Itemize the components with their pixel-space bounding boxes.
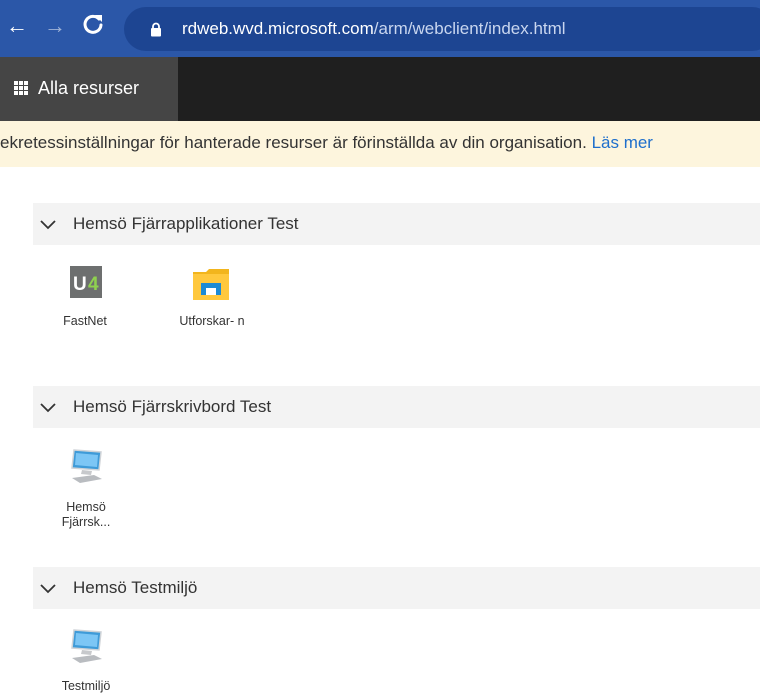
desktop-tile-hemso-fjarrskrivbord[interactable]: Hemsö Fjärrsk... bbox=[46, 448, 126, 540]
back-arrow-icon[interactable]: ← bbox=[6, 14, 28, 38]
tile-label-line1: Hemsö bbox=[66, 500, 106, 514]
group-title: Hemsö Fjärrapplikationer Test bbox=[73, 214, 299, 233]
read-more-link[interactable]: Läs mer bbox=[592, 133, 653, 152]
u4-app-icon: U 4 bbox=[70, 266, 102, 298]
chevron-down-icon bbox=[39, 582, 57, 600]
chevron-down-icon bbox=[39, 401, 57, 419]
remote-desktop-icon bbox=[68, 628, 102, 663]
tile-label: FastNet bbox=[63, 314, 107, 328]
url-path: /arm/webclient/index.html bbox=[373, 19, 566, 38]
remote-desktop-icon bbox=[68, 448, 102, 483]
address-bar[interactable]: rdweb.wvd.microsoft.com/arm/webclient/in… bbox=[124, 7, 760, 51]
notice-message: ekretessinställningar för hanterade resu… bbox=[0, 133, 587, 152]
notice-text: ekretessinställningar för hanterade resu… bbox=[0, 133, 653, 153]
group-title: Hemsö Testmiljö bbox=[73, 578, 198, 597]
tab-label: Alla resurser bbox=[38, 78, 140, 98]
reload-icon[interactable] bbox=[82, 12, 104, 41]
svg-text:U: U bbox=[73, 274, 87, 295]
tile-label: Utforskar- n bbox=[179, 314, 245, 328]
tab-all-resources[interactable]: Alla resurser bbox=[0, 57, 178, 121]
app-launcher-grid-icon bbox=[14, 81, 28, 95]
app-tile-utforskaren[interactable]: Utforskar- n bbox=[172, 266, 252, 336]
group-header-fjarrapplikationer[interactable]: Hemsö Fjärrapplikationer Test bbox=[33, 203, 760, 245]
chevron-down-icon bbox=[39, 218, 57, 236]
lock-icon bbox=[150, 22, 162, 42]
group-header-testmiljo[interactable]: Hemsö Testmiljö bbox=[33, 567, 760, 609]
app-header: Alla resurser bbox=[0, 57, 760, 121]
browser-toolbar: ← → rdweb.wvd.microsoft.com/arm/webclien… bbox=[0, 0, 760, 57]
app-tile-fastnet[interactable]: U 4 FastNet bbox=[45, 266, 125, 336]
group-title: Hemsö Fjärrskrivbord Test bbox=[73, 397, 272, 416]
group-header-fjarrskrivbord[interactable]: Hemsö Fjärrskrivbord Test bbox=[33, 386, 760, 428]
notice-banner: ekretessinställningar för hanterade resu… bbox=[0, 121, 760, 167]
url-host: rdweb.wvd.microsoft.com bbox=[182, 19, 374, 38]
file-explorer-icon bbox=[193, 266, 229, 300]
forward-arrow-icon[interactable]: → bbox=[44, 14, 66, 38]
svg-text:4: 4 bbox=[88, 274, 99, 295]
tile-label-line2: Fjärrsk... bbox=[61, 515, 111, 529]
url-text: rdweb.wvd.microsoft.com/arm/webclient/in… bbox=[182, 19, 566, 39]
desktop-tile-testmiljo[interactable]: Testmiljö bbox=[46, 628, 126, 693]
